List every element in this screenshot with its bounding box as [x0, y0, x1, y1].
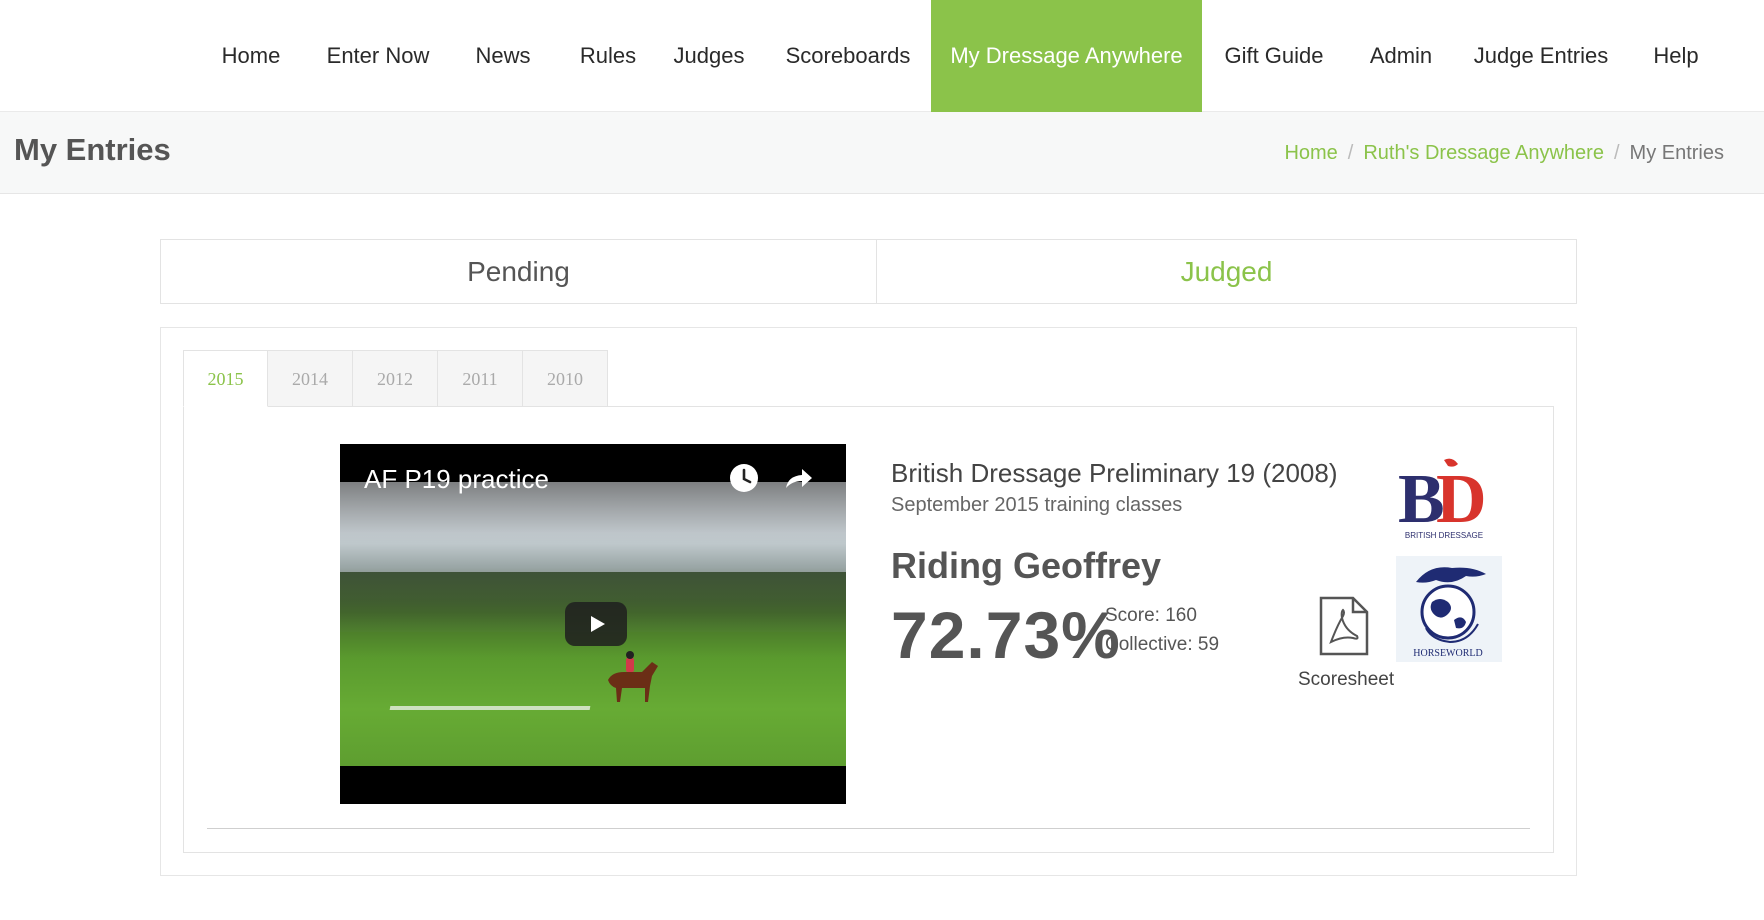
watch-later-clock-icon[interactable] [728, 462, 760, 494]
tab-pending[interactable]: Pending [161, 240, 877, 303]
video-player[interactable]: AF P19 practice [340, 444, 846, 804]
score-percentage: 72.73% [891, 598, 1121, 672]
share-arrow-icon[interactable] [782, 462, 814, 494]
horse-and-rider-image [608, 651, 658, 702]
pdf-file-icon [1319, 596, 1369, 656]
horseworld-logo: HORSEWORLD [1396, 556, 1502, 662]
entry-divider [207, 828, 1530, 829]
page-header: My Entries Home / Ruth's Dressage Anywhere… [0, 112, 1764, 194]
rider-horse-name: Riding Geoffrey [891, 545, 1162, 586]
score-total: Score: 160 [1105, 605, 1197, 626]
play-icon [591, 616, 605, 632]
nav-my-dressage-anywhere[interactable]: My Dressage Anywhere [931, 0, 1202, 112]
svg-text:D: D [1436, 461, 1487, 538]
nav-enter-now[interactable]: Enter Now [318, 0, 438, 112]
tab-year-2010[interactable]: 2010 [523, 350, 608, 407]
breadcrumb-ruths-dressage-anywhere[interactable]: Ruth's Dressage Anywhere [1363, 142, 1604, 164]
test-name: British Dressage Preliminary 19 (2008) [891, 458, 1338, 488]
year-tabs: 2015 2014 2012 2011 2010 [183, 350, 608, 407]
nav-scoreboards[interactable]: Scoreboards [778, 0, 918, 112]
top-nav: Home Enter Now News Rules Judges Scorebo… [0, 0, 1764, 112]
tab-judged[interactable]: Judged [877, 240, 1576, 303]
breadcrumb: Home / Ruth's Dressage Anywhere / My Entries [1284, 142, 1724, 165]
class-name: September 2015 training classes [891, 494, 1183, 516]
tab-year-2015[interactable]: 2015 [183, 350, 268, 407]
scoresheet-link[interactable]: Scoresheet [1298, 596, 1395, 691]
entry-status-tabs: Pending Judged [160, 239, 1577, 304]
nav-rules[interactable]: Rules [568, 0, 648, 112]
tab-year-2012[interactable]: 2012 [353, 350, 438, 407]
nav-gift-guide[interactable]: Gift Guide [1218, 0, 1330, 112]
tab-year-2011[interactable]: 2011 [438, 350, 523, 407]
page-title: My Entries [14, 132, 171, 167]
nav-admin[interactable]: Admin [1360, 0, 1442, 112]
arena-poles [389, 706, 591, 710]
score-collective: Collective: 59 [1105, 634, 1220, 655]
nav-judge-entries[interactable]: Judge Entries [1470, 0, 1612, 112]
breadcrumb-separator: / [1347, 142, 1354, 164]
breadcrumb-separator: / [1613, 142, 1620, 164]
scoresheet-label: Scoresheet [1298, 669, 1395, 690]
nav-news[interactable]: News [463, 0, 543, 112]
breadcrumb-home[interactable]: Home [1284, 142, 1337, 164]
british-dressage-logo-text: BRITISH DRESSAGE [1405, 531, 1483, 540]
nav-judges[interactable]: Judges [667, 0, 751, 112]
nav-help[interactable]: Help [1640, 0, 1712, 112]
tab-year-2014[interactable]: 2014 [268, 350, 353, 407]
horseworld-logo-text: HORSEWORLD [1413, 648, 1482, 659]
breadcrumb-current: My Entries [1629, 142, 1724, 164]
play-button[interactable] [565, 602, 627, 646]
video-title[interactable]: AF P19 practice [364, 464, 549, 495]
nav-home[interactable]: Home [206, 0, 296, 112]
british-dressage-logo: B D BRITISH DRESSAGE [1398, 458, 1487, 540]
